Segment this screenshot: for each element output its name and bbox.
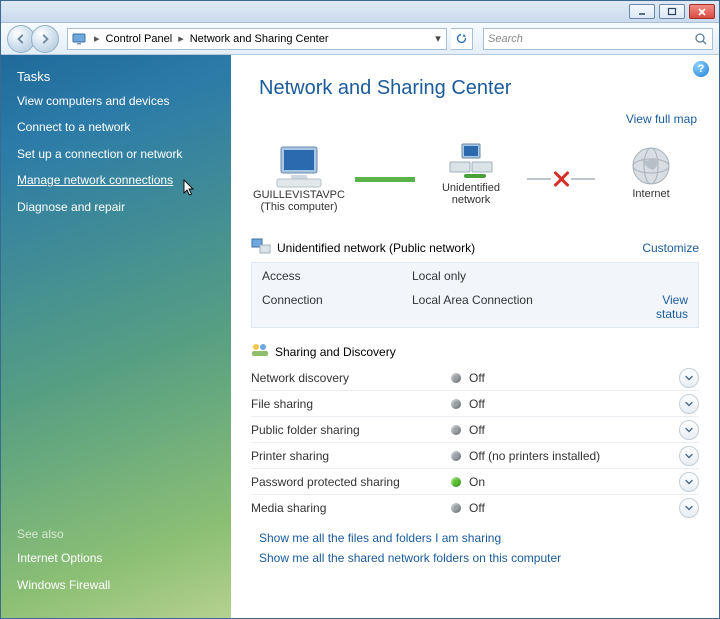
sharing-row: Network discovery Off <box>251 365 699 391</box>
titlebar <box>1 1 719 23</box>
show-shared-folders-link[interactable]: Show me all the shared network folders o… <box>259 551 699 565</box>
customize-link[interactable]: Customize <box>642 241 699 255</box>
task-connect-network[interactable]: Connect to a network <box>17 120 215 134</box>
sharing-icon <box>251 342 269 361</box>
sharing-discovery-list: Network discoveryOffFile sharingOffPubli… <box>231 365 719 521</box>
network-icon <box>443 138 499 182</box>
search-icon <box>694 32 708 46</box>
sharing-row-name: Printer sharing <box>251 449 451 463</box>
search-input[interactable]: Search <box>483 28 713 50</box>
map-node-sublabel: (This computer) <box>260 201 337 213</box>
body: Tasks View computers and devices Connect… <box>1 55 719 618</box>
network-small-icon <box>251 237 271 258</box>
current-network-section: Unidentified network (Public network) Cu… <box>231 225 719 328</box>
seealso-heading: See also <box>17 527 215 541</box>
sharing-row-value: Off <box>469 397 679 411</box>
expand-button[interactable] <box>679 498 699 518</box>
status-dot-icon <box>451 451 461 461</box>
tasks-heading: Tasks <box>17 69 215 84</box>
status-dot-icon <box>451 503 461 513</box>
status-dot-icon <box>451 399 461 409</box>
breadcrumb-item[interactable]: Network and Sharing Center <box>188 33 331 45</box>
map-node-label: Unidentified network <box>423 182 519 206</box>
sharing-row-value: On <box>469 475 679 489</box>
task-setup-connection[interactable]: Set up a connection or network <box>17 147 215 161</box>
connection-broken-icon <box>551 169 571 189</box>
help-icon[interactable]: ? <box>693 61 709 77</box>
main-pane: ? Network and Sharing Center View full m… <box>231 55 719 618</box>
sharing-heading: Sharing and Discovery <box>275 345 396 359</box>
network-details-panel: Access Local only Connection Local Area … <box>251 262 699 328</box>
breadcrumb-item[interactable]: Control Panel <box>104 33 175 45</box>
breadcrumb-separator: ▸ <box>174 32 188 45</box>
expand-button[interactable] <box>679 446 699 466</box>
access-label: Access <box>262 269 412 283</box>
status-dot-icon <box>451 425 461 435</box>
task-view-computers[interactable]: View computers and devices <box>17 94 215 108</box>
sharing-row-name: File sharing <box>251 397 451 411</box>
seealso-internet-options[interactable]: Internet Options <box>17 551 215 565</box>
map-node-internet[interactable]: Internet <box>603 144 699 213</box>
map-node-label: GUILLEVISTAVPC <box>253 189 345 201</box>
expand-button[interactable] <box>679 472 699 492</box>
task-diagnose-repair[interactable]: Diagnose and repair <box>17 200 215 214</box>
page-title: Network and Sharing Center <box>231 55 719 112</box>
address-bar[interactable]: ▸ Control Panel ▸ Network and Sharing Ce… <box>67 28 447 50</box>
nav-buttons <box>7 25 59 53</box>
sharing-row: Media sharing Off <box>251 495 699 521</box>
forward-button[interactable] <box>31 25 59 53</box>
minimize-button[interactable] <box>629 4 655 19</box>
view-status-link[interactable]: View status <box>628 293 688 321</box>
sharing-row: Password protected sharing On <box>251 469 699 495</box>
globe-icon <box>623 144 679 188</box>
connection-label: Connection <box>262 293 412 321</box>
refresh-button[interactable] <box>451 28 473 50</box>
access-value: Local only <box>412 269 628 283</box>
status-dot-icon <box>451 373 461 383</box>
map-node-label: Internet <box>632 188 669 200</box>
network-section-label: Unidentified network (Public network) <box>277 241 475 255</box>
task-manage-connections[interactable]: Manage network connections <box>17 173 215 187</box>
sharing-row: File sharing Off <box>251 391 699 417</box>
navbar: ▸ Control Panel ▸ Network and Sharing Ce… <box>1 23 719 55</box>
sharing-row-value: Off <box>469 371 679 385</box>
sharing-discovery-header: Sharing and Discovery <box>231 328 719 365</box>
seealso-windows-firewall[interactable]: Windows Firewall <box>17 578 215 592</box>
expand-button[interactable] <box>679 394 699 414</box>
sidebar: Tasks View computers and devices Connect… <box>1 55 231 618</box>
bottom-links: Show me all the files and folders I am s… <box>231 521 719 587</box>
view-full-map-link[interactable]: View full map <box>231 112 719 126</box>
breadcrumb-separator: ▸ <box>90 32 104 45</box>
sharing-row-value: Off <box>469 423 679 437</box>
expand-button[interactable] <box>679 368 699 388</box>
window: ▸ Control Panel ▸ Network and Sharing Ce… <box>0 0 720 619</box>
status-dot-icon <box>451 477 461 487</box>
search-placeholder: Search <box>488 33 523 45</box>
address-dropdown[interactable]: ▾ <box>430 32 446 45</box>
map-node-network[interactable]: Unidentified network <box>423 138 519 219</box>
sharing-row: Printer sharing Off (no printers installe… <box>251 443 699 469</box>
map-link-broken <box>527 169 595 189</box>
sharing-row-name: Media sharing <box>251 501 451 515</box>
connection-value: Local Area Connection <box>412 293 628 321</box>
map-node-this-computer[interactable]: GUILLEVISTAVPC (This computer) <box>251 145 347 213</box>
computer-icon <box>271 145 327 189</box>
map-link-active <box>355 177 415 180</box>
expand-button[interactable] <box>679 420 699 440</box>
sharing-row-value: Off <box>469 501 679 515</box>
network-map: GUILLEVISTAVPC (This computer) <box>231 126 719 225</box>
sharing-row-name: Network discovery <box>251 371 451 385</box>
close-button[interactable] <box>689 4 715 19</box>
sharing-row-name: Public folder sharing <box>251 423 451 437</box>
control-panel-icon <box>70 30 88 48</box>
sharing-row-name: Password protected sharing <box>251 475 451 489</box>
maximize-button[interactable] <box>659 4 685 19</box>
show-shared-files-link[interactable]: Show me all the files and folders I am s… <box>259 531 699 545</box>
sharing-row: Public folder sharing Off <box>251 417 699 443</box>
sharing-row-value: Off (no printers installed) <box>469 449 679 463</box>
